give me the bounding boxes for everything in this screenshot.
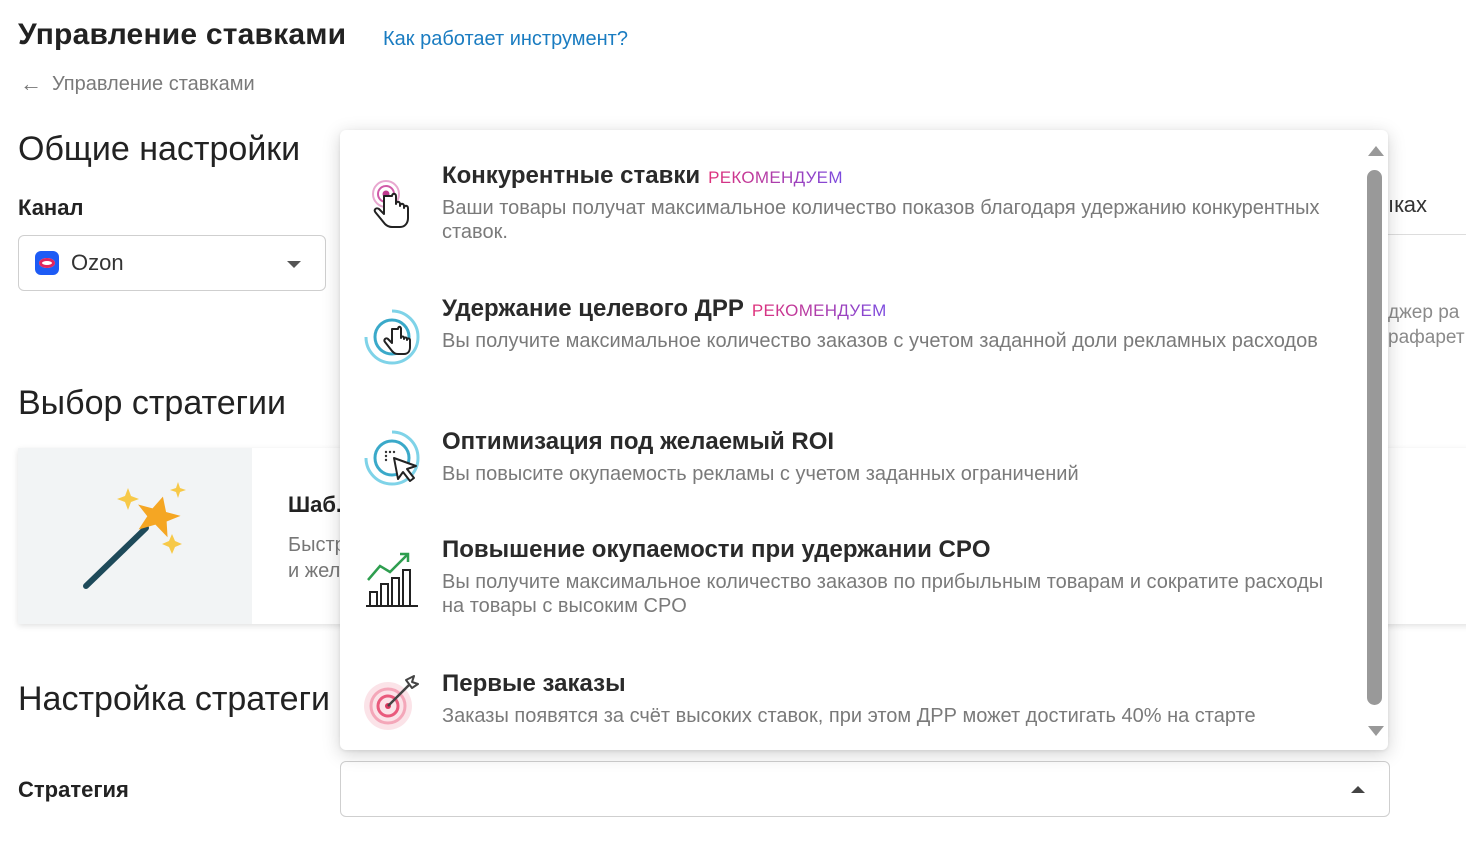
option-title: Конкурентные ставки РЕКОМЕНДУЕМ — [442, 162, 843, 190]
chevron-down-icon — [287, 261, 301, 268]
strategy-setup-title: Настройка стратеги — [18, 680, 330, 718]
help-link[interactable]: Как работает инструмент? — [383, 28, 628, 51]
general-settings-title: Общие настройки — [18, 130, 301, 168]
option-description: Вы повысите окупаемость рекламы с учетом… — [442, 463, 1079, 485]
arrow-left-icon: ← — [20, 71, 42, 96]
page-title: Управление ставками — [18, 18, 347, 51]
dropdown-option-target-drr[interactable]: Удержание целевого ДРР РЕКОМЕНДУЕМ Вы пол… — [340, 295, 1360, 395]
cursor-target-icon — [362, 428, 422, 488]
card-title: Шаб. — [288, 492, 343, 517]
target-hand-icon — [362, 307, 422, 367]
tap-finger-icon — [362, 172, 422, 232]
chevron-up-icon — [1351, 786, 1365, 793]
option-title-text: Удержание целевого ДРР — [442, 295, 744, 322]
dropdown-scrollbar[interactable] — [1366, 138, 1384, 742]
recommended-badge: РЕКОМЕНДУЕМ — [708, 168, 843, 187]
dropdown-option-competitive-bids[interactable]: Конкурентные ставки РЕКОМЕНДУЕМ Ваши това… — [340, 162, 1360, 262]
growth-chart-icon — [362, 548, 422, 608]
strategy-select[interactable] — [340, 761, 1390, 817]
option-description: Вы получите максимальное количество зака… — [442, 330, 1318, 352]
option-description: Заказы появятся за счёт высоких ставок, … — [442, 705, 1256, 727]
breadcrumb-label: Управление ставками — [52, 72, 255, 95]
option-title: Удержание целевого ДРР РЕКОМЕНДУЕМ — [442, 295, 887, 323]
channel-value: Ozon — [71, 250, 124, 275]
dropdown-option-first-orders[interactable]: Первые заказы Заказы появятся за счёт вы… — [340, 670, 1360, 750]
dart-target-icon — [362, 674, 422, 734]
option-title: Оптимизация под желаемый ROI — [442, 428, 835, 455]
option-title: Первые заказы — [442, 670, 626, 697]
option-description: Вы получите максимальное количество зака… — [442, 571, 1324, 617]
card-image — [18, 448, 252, 624]
card-description-line: Быстр — [288, 534, 346, 556]
scroll-down-arrow-icon[interactable] — [1368, 726, 1384, 736]
partial-right-text-line: рафарет — [1388, 327, 1465, 348]
partial-right-label: ıкax — [1388, 192, 1427, 217]
strategy-choice-title: Выбор стратегии — [18, 384, 286, 422]
card-description: Быстр и жел — [288, 532, 346, 584]
dropdown-option-roi[interactable]: Оптимизация под желаемый ROI Вы повысите… — [340, 428, 1360, 518]
magic-wand-icon — [83, 482, 186, 589]
breadcrumb[interactable]: ← Управление ставками — [20, 71, 255, 97]
strategy-dropdown-menu[interactable]: Конкурентные ставки РЕКОМЕНДУЕМ Ваши това… — [340, 130, 1388, 750]
channel-select[interactable]: Ozon — [18, 235, 326, 291]
partial-right-text-line: джер ра — [1388, 302, 1460, 323]
option-description: Ваши товары получат максимальное количес… — [442, 197, 1320, 243]
strategy-label: Стратегия — [18, 777, 129, 802]
divider — [1388, 234, 1466, 235]
card-description-line: и жел — [288, 560, 341, 582]
option-title-text: Конкурентные ставки — [442, 162, 701, 189]
scroll-up-arrow-icon[interactable] — [1368, 146, 1384, 156]
option-title: Повышение окупаемости при удержании CPO — [442, 536, 991, 563]
partial-right-text: джер ра рафарет — [1388, 300, 1465, 350]
dropdown-option-cpo[interactable]: Повышение окупаемости при удержании CPO … — [340, 536, 1360, 636]
recommended-badge: РЕКОМЕНДУЕМ — [751, 301, 887, 320]
scrollbar-thumb[interactable] — [1367, 170, 1382, 705]
channel-label: Канал — [18, 195, 84, 220]
ozon-logo-icon — [35, 251, 59, 275]
